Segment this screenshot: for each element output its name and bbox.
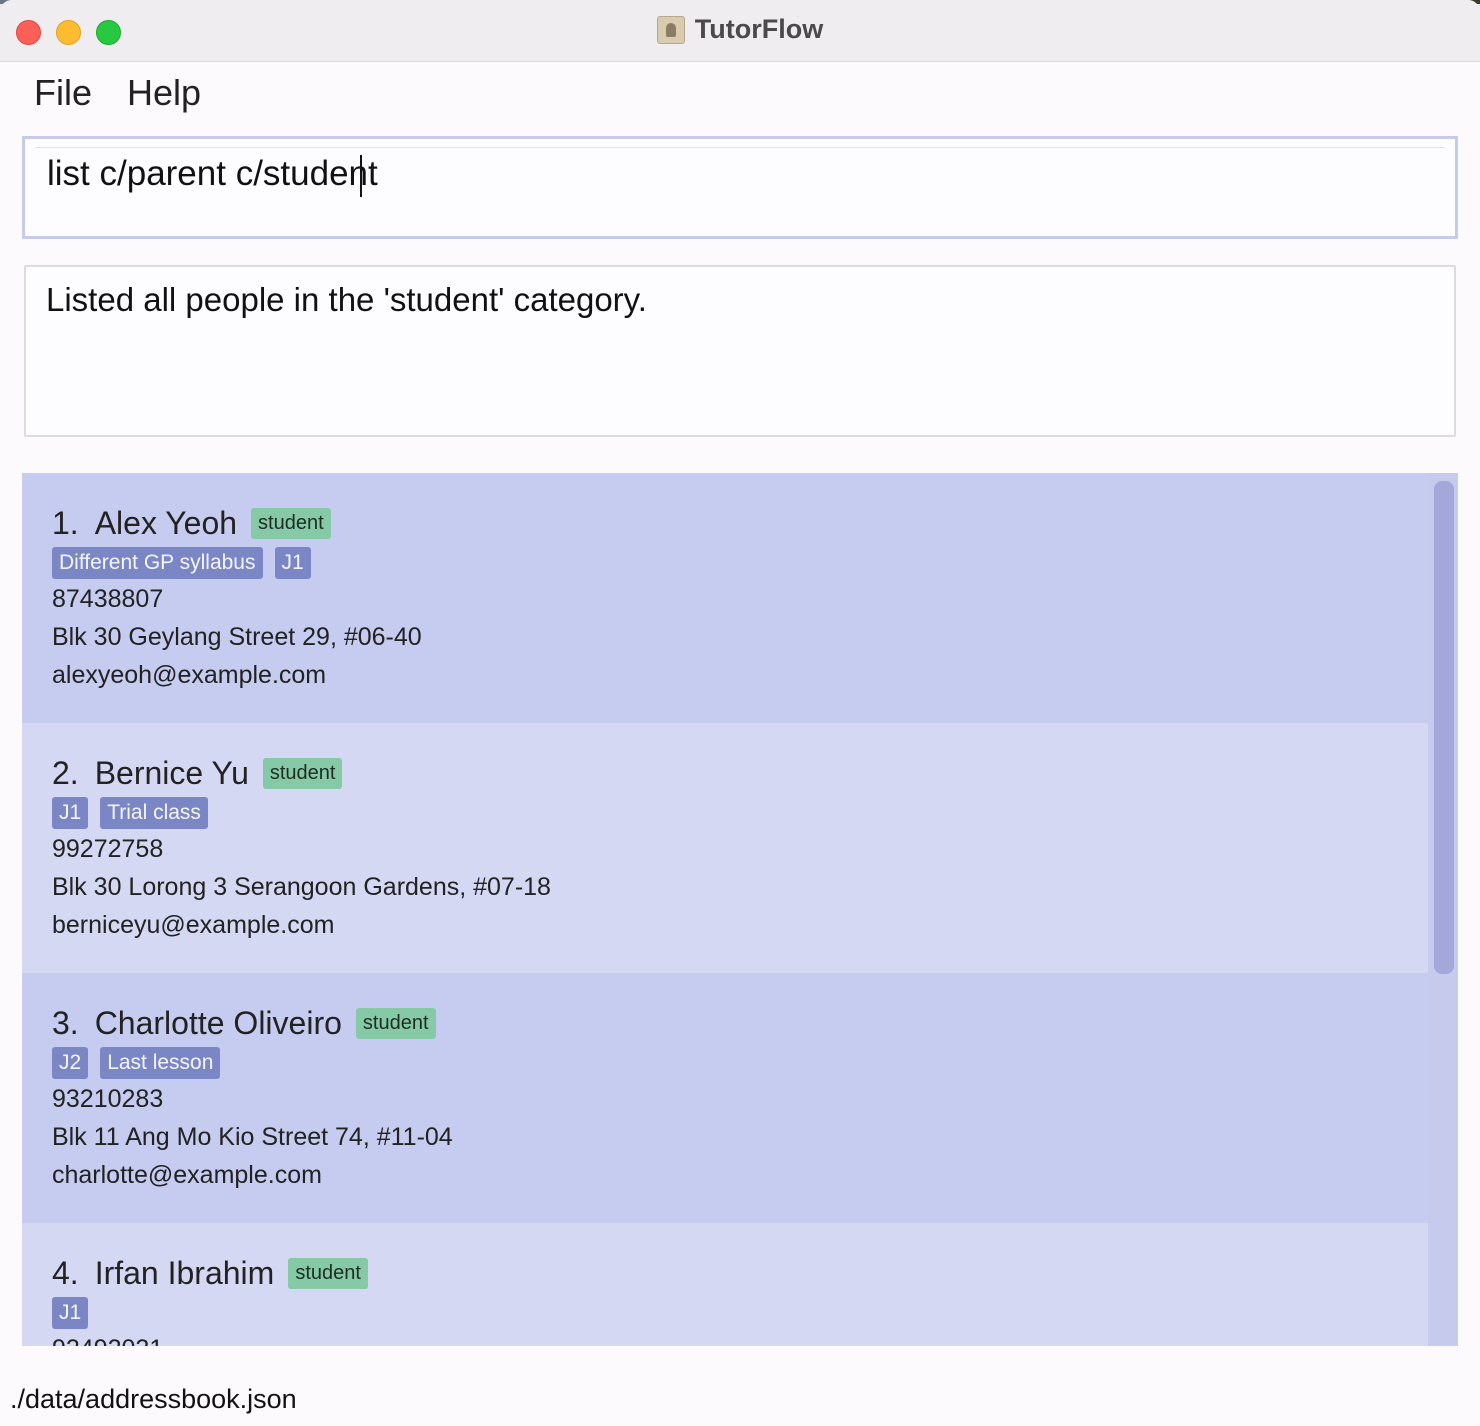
command-box[interactable] xyxy=(22,136,1458,239)
menu-bar: File Help xyxy=(0,62,1480,128)
list-scrollbar-thumb[interactable] xyxy=(1434,481,1454,974)
person-card[interactable]: 3. Charlotte Oliveiro student J2 Last lesso… xyxy=(22,973,1428,1223)
person-name: Bernice Yu xyxy=(94,755,249,791)
person-address: Blk 30 Geylang Street 29, #06-40 xyxy=(52,623,422,651)
person-list-panel[interactable]: 1. Alex Yeoh student Different GP syllabus… xyxy=(22,473,1458,1346)
window-title-group: TutorFlow xyxy=(0,14,1480,48)
app-window: TutorFlow File Help Listed all people in… xyxy=(0,0,1480,1426)
person-card[interactable]: 1. Alex Yeoh student Different GP syllabus… xyxy=(22,473,1428,723)
command-box-divider xyxy=(35,147,1445,148)
person-index: 1. xyxy=(52,505,79,541)
person-address: Blk 11 Ang Mo Kio Street 74, #11-04 xyxy=(52,1123,453,1151)
tag-badge: J2 xyxy=(52,1047,89,1079)
category-badge: student xyxy=(262,758,343,789)
person-email: charlotte@example.com xyxy=(52,1161,322,1189)
person-card-header: 1. Alex Yeoh student xyxy=(52,505,331,545)
tag-badge: J1 xyxy=(52,797,89,829)
person-card[interactable]: 4. Irfan Ibrahim student J1 92492021 xyxy=(22,1223,1428,1346)
command-input[interactable] xyxy=(47,151,1427,197)
person-phone: 92492021 xyxy=(52,1335,163,1346)
person-card-header: 2. Bernice Yu student xyxy=(52,755,343,795)
person-card[interactable]: 2. Bernice Yu student J1 Trial class 992727… xyxy=(22,723,1428,973)
person-tags: J2 Last lesson xyxy=(52,1047,232,1079)
person-address: Blk 30 Lorong 3 Serangoon Gardens, #07-1… xyxy=(52,873,551,901)
title-bar[interactable]: TutorFlow xyxy=(0,0,1480,62)
window-title: TutorFlow xyxy=(694,14,824,44)
menu-file[interactable]: File xyxy=(34,72,92,114)
person-index: 4. xyxy=(52,1255,79,1291)
app-icon xyxy=(656,15,685,44)
result-display: Listed all people in the 'student' categ… xyxy=(24,265,1456,437)
category-badge: student xyxy=(251,508,331,539)
tag-badge: Trial class xyxy=(100,797,208,829)
tag-badge: Last lesson xyxy=(100,1047,221,1079)
person-name: Alex Yeoh xyxy=(94,505,238,541)
tag-badge: J1 xyxy=(52,1297,89,1329)
person-name: Charlotte Oliveiro xyxy=(94,1005,342,1041)
person-tags: J1 xyxy=(52,1297,100,1329)
person-card-header: 4. Irfan Ibrahim student xyxy=(52,1255,368,1295)
person-phone: 87438807 xyxy=(52,585,164,613)
tag-badge: Different GP syllabus xyxy=(52,547,263,579)
category-badge: student xyxy=(355,1008,436,1039)
category-badge: student xyxy=(288,1258,368,1289)
person-email: berniceyu@example.com xyxy=(52,911,335,939)
person-email: alexyeoh@example.com xyxy=(52,661,327,689)
person-tags: Different GP syllabus J1 xyxy=(52,547,323,579)
person-index: 3. xyxy=(52,1005,79,1041)
text-cursor xyxy=(360,155,362,197)
person-name: Irfan Ibrahim xyxy=(94,1255,275,1291)
save-location-path: ./data/addressbook.json xyxy=(10,1384,297,1414)
person-index: 2. xyxy=(52,755,79,791)
person-phone: 99272758 xyxy=(52,835,164,863)
menu-help[interactable]: Help xyxy=(127,72,201,114)
person-tags: J1 Trial class xyxy=(52,797,220,829)
person-phone: 93210283 xyxy=(52,1085,164,1113)
result-message: Listed all people in the 'student' categ… xyxy=(46,281,647,318)
tag-badge: J1 xyxy=(274,547,311,579)
status-bar: ./data/addressbook.json xyxy=(0,1346,1480,1426)
person-card-header: 3. Charlotte Oliveiro student xyxy=(52,1005,436,1045)
